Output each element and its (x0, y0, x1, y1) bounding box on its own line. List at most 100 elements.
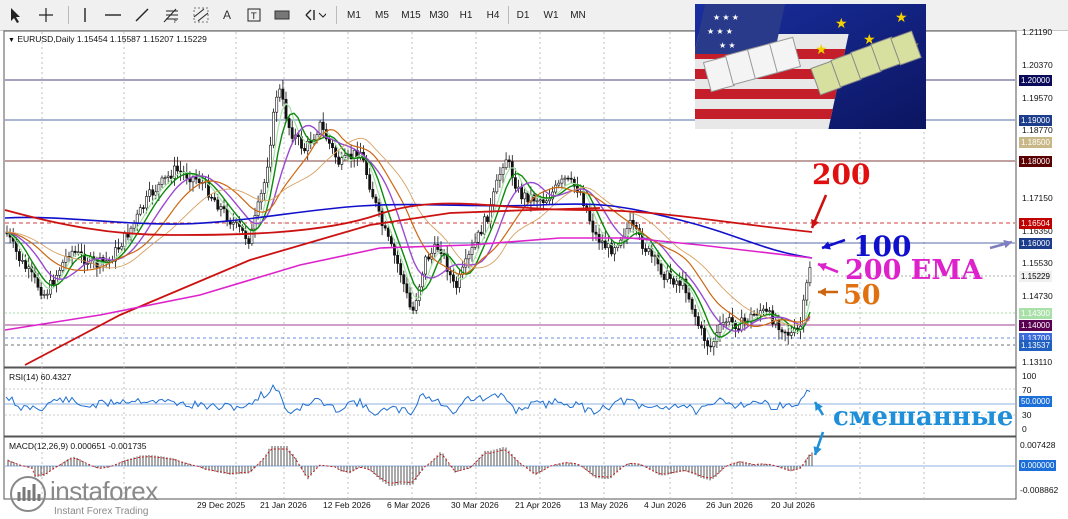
candle-body (554, 184, 558, 193)
candle-body (231, 222, 235, 225)
candle-body (647, 248, 651, 252)
price-level-tag: 1.15229 (1019, 271, 1052, 282)
candle-body (538, 199, 542, 202)
channel-icon[interactable] (190, 5, 212, 25)
candle-body (405, 283, 409, 294)
candle-body (569, 177, 573, 180)
candle-body (436, 244, 440, 250)
candle-body (808, 267, 812, 284)
candle-body (166, 175, 170, 178)
candle-body (157, 184, 161, 193)
candle-body (644, 248, 648, 252)
horizontal-line-icon[interactable] (102, 5, 124, 25)
rsi-scale-30: 30 (1022, 410, 1032, 420)
timeframe-m15[interactable]: M15 (398, 5, 424, 25)
svg-text:★ ★: ★ ★ (719, 41, 736, 50)
candle-body (606, 243, 610, 249)
candle-body (154, 191, 158, 196)
crosshair-icon[interactable] (36, 5, 56, 25)
candle-body (48, 279, 52, 295)
trendline-icon[interactable] (132, 5, 152, 25)
text-icon[interactable]: A (218, 5, 236, 25)
date-label: 26 Jun 2026 (706, 500, 753, 510)
candle-body (272, 111, 276, 146)
candle-body (327, 138, 331, 144)
timeframe-w1[interactable]: W1 (540, 5, 562, 25)
candle-body (399, 263, 403, 275)
candle-body (535, 200, 539, 203)
candle-body (520, 186, 524, 200)
vertical-line-icon[interactable] (76, 5, 94, 25)
candle-body (368, 174, 372, 190)
candle-body (696, 316, 700, 327)
candle-body (303, 147, 307, 152)
candle-body (219, 206, 223, 210)
candle-body (780, 329, 784, 333)
candle-body (210, 196, 214, 199)
candle-body (76, 251, 80, 254)
price-scale-label: 1.20370 (1022, 60, 1053, 70)
date-label: 21 Jan 2026 (260, 500, 307, 510)
date-label: 12 Feb 2026 (323, 500, 371, 510)
candle-body (216, 199, 220, 210)
candle-body (653, 255, 657, 257)
timeframe-mn[interactable]: MN (566, 5, 590, 25)
candle-body (117, 247, 121, 250)
candle-body (148, 189, 152, 197)
svg-text:F: F (174, 18, 178, 23)
fibonacci-icon[interactable]: F (160, 5, 182, 25)
price-level-tag: 1.18500 (1019, 137, 1052, 148)
candle-body (163, 177, 167, 179)
label-icon[interactable]: T (244, 5, 264, 25)
candle-body (659, 263, 663, 275)
candle-body (591, 220, 595, 233)
candle-body (600, 240, 604, 243)
timeframe-m5[interactable]: M5 (372, 5, 392, 25)
date-label: 13 May 2026 (579, 500, 629, 510)
candle-body (374, 196, 378, 203)
candle-body (672, 278, 675, 285)
candle-body (718, 324, 722, 333)
price-level-tag: 1.18000 (1019, 156, 1052, 167)
candle-body (548, 198, 551, 202)
candle-body (789, 332, 793, 336)
timeframe-m1[interactable]: M1 (344, 5, 364, 25)
candle-body (501, 167, 505, 175)
price-level-tag: 1.16000 (1019, 238, 1052, 249)
timeframe-m30[interactable]: M30 (426, 5, 452, 25)
candle-body (70, 250, 74, 258)
candle-body (179, 170, 183, 173)
candle-body (411, 306, 415, 311)
candle-body (768, 310, 772, 313)
timeframe-h4[interactable]: H4 (482, 5, 504, 25)
candle-body (17, 251, 21, 261)
rsi-scale-0: 0 (1022, 424, 1027, 434)
candle-body (281, 88, 285, 100)
candle-body (197, 178, 201, 183)
cursor-icon[interactable] (6, 5, 26, 25)
candle-body (52, 279, 55, 285)
candle-body (703, 327, 706, 341)
candle-body (765, 308, 768, 312)
candle-body (393, 243, 396, 256)
candle-body (513, 177, 517, 189)
arrows-icon[interactable] (302, 5, 328, 25)
candle-body (151, 189, 155, 196)
timeframe-d1[interactable]: D1 (513, 5, 533, 25)
candle-body (476, 231, 480, 243)
candle-body (662, 273, 666, 280)
timeframe-h1[interactable]: H1 (456, 5, 476, 25)
candle-body (123, 232, 127, 247)
candle-body (269, 144, 272, 168)
candle-body (724, 321, 728, 324)
candle-body (296, 134, 300, 137)
candle-body (371, 189, 375, 198)
candle-body (761, 308, 765, 312)
shapes-icon[interactable] (272, 5, 292, 25)
candle-body (690, 298, 694, 310)
date-label: 4 Jun 2026 (644, 500, 687, 510)
candle-body (479, 231, 483, 235)
candle-body (507, 159, 511, 163)
macd-zero-tag: 0.000000 (1019, 460, 1057, 471)
candle-body (225, 208, 229, 222)
